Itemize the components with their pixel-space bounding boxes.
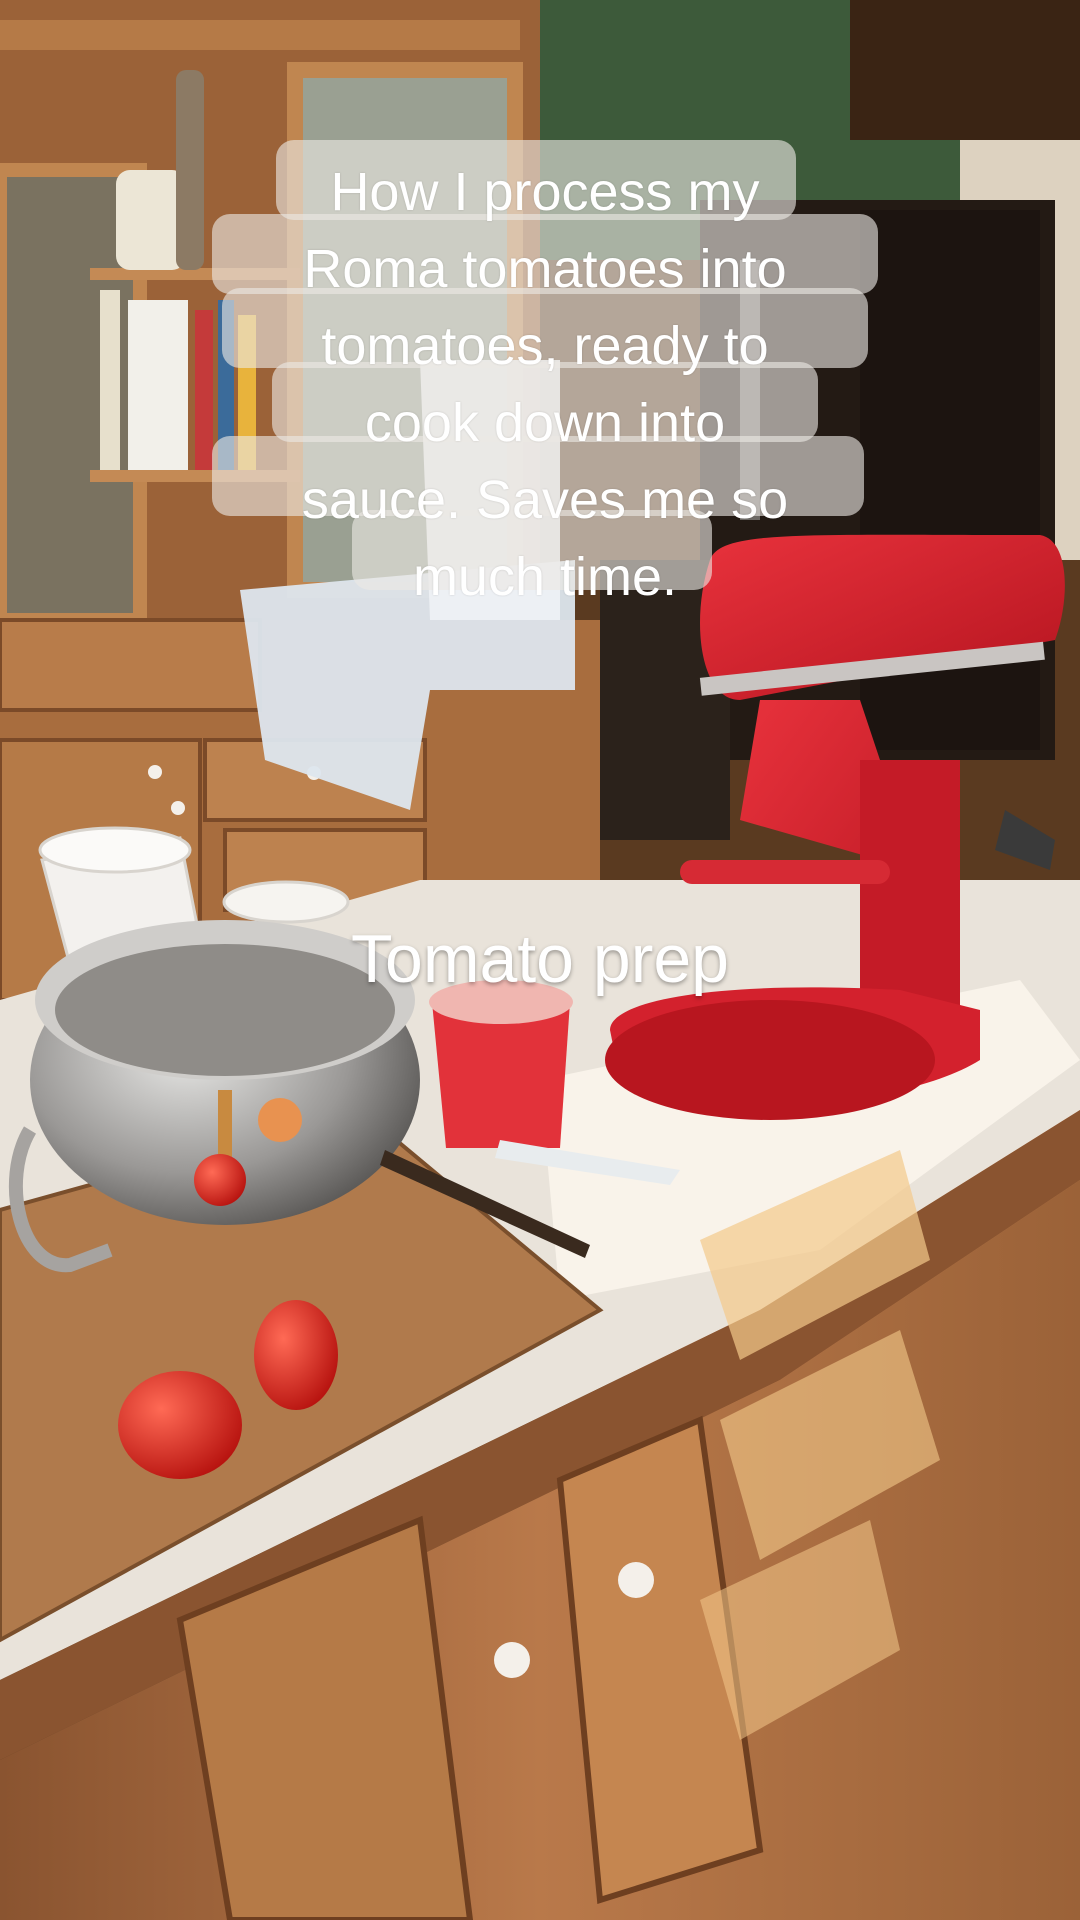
video-label: Tomato prep	[351, 921, 729, 997]
caption-text: How I process my Roma tomatoes into toma…	[301, 162, 789, 607]
caption-overlay: How I process my Roma tomatoes into toma…	[212, 140, 878, 636]
